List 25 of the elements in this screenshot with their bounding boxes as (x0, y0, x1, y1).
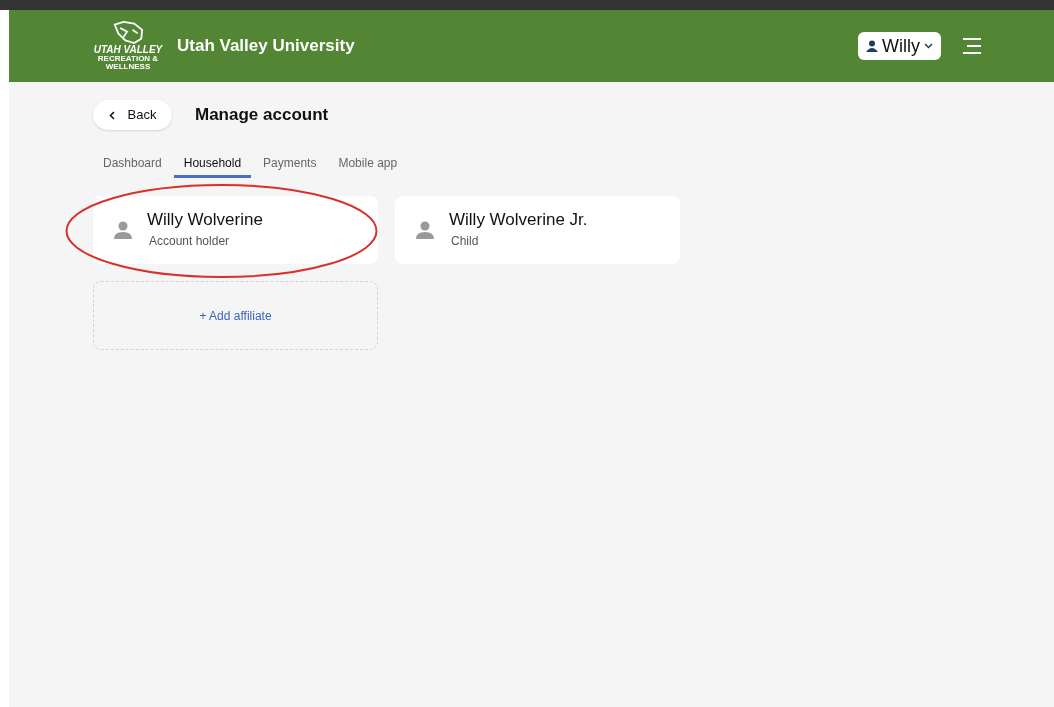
member-role: Child (451, 233, 480, 250)
chevron-down-icon (924, 43, 933, 49)
member-card[interactable]: Willy Wolverine Account holder (93, 196, 378, 264)
add-affiliate-button[interactable]: + Add affiliate (93, 281, 378, 350)
logo-text: RECREATION & (97, 55, 159, 63)
member-name: Willy Wolverine (147, 209, 263, 231)
site-title: Utah Valley University (177, 35, 355, 58)
member-card[interactable]: Willy Wolverine Jr. Child (395, 196, 680, 264)
logo[interactable]: UTAH VALLEY RECREATION & WELLNESS (93, 21, 163, 71)
tab[interactable]: Dashboard (93, 150, 172, 178)
logo-text: UTAH VALLEY (93, 44, 163, 55)
tab[interactable]: Household (173, 150, 252, 178)
chevron-left-icon (108, 110, 115, 120)
menu-icon[interactable] (962, 37, 982, 55)
page-title: Manage account (195, 104, 329, 127)
member-name: Willy Wolverine Jr. (449, 209, 588, 231)
tab[interactable]: Mobile app (328, 150, 408, 178)
member-role: Account holder (149, 233, 231, 250)
person-icon (113, 220, 133, 240)
user-icon (866, 40, 878, 52)
user-menu-button[interactable]: Willy (858, 32, 941, 60)
tab[interactable]: Payments (253, 150, 327, 178)
back-button[interactable]: Back (93, 100, 172, 130)
person-icon (415, 220, 435, 240)
logo-text: WELLNESS (105, 63, 151, 71)
